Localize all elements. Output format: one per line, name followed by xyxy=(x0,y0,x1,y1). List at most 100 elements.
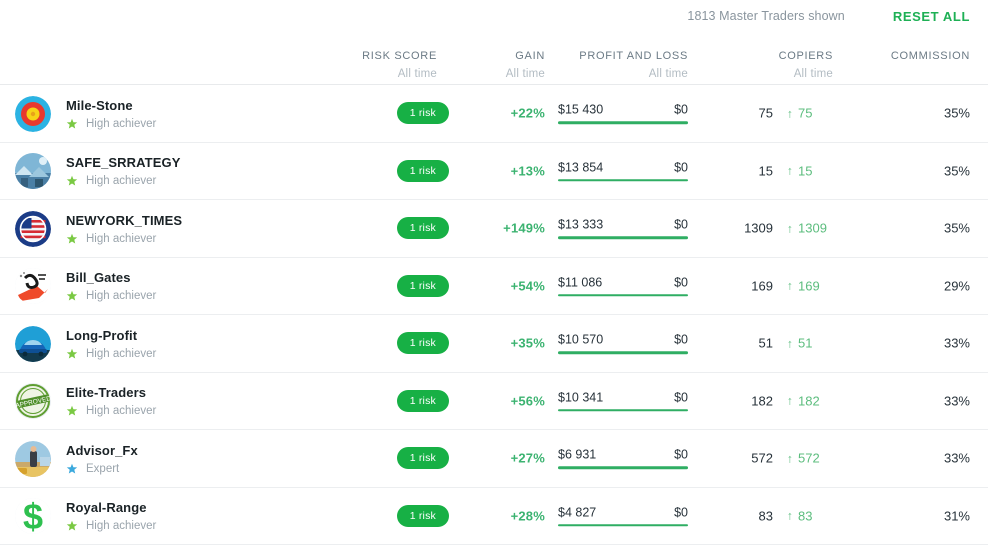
column-header-gain[interactable]: GAIN All time xyxy=(506,50,545,80)
profit-and-loss-values: $15 430 $0 xyxy=(558,103,688,117)
trader-info: Advisor_Fx Expert xyxy=(66,443,138,475)
trader-cell[interactable]: Advisor_Fx Expert xyxy=(15,430,138,488)
table-row[interactable]: NEWYORK_TIMES High achiever 1 risk +149% $13… xyxy=(0,200,988,258)
status-badge-risk[interactable]: 1 risk xyxy=(396,274,449,297)
trader-badge: High achiever xyxy=(66,118,156,130)
gain-value: +27% xyxy=(510,450,545,466)
status-badge-risk[interactable]: 1 risk xyxy=(396,332,449,355)
status-badge-risk[interactable]: 1 risk xyxy=(396,447,449,470)
table-row[interactable]: $ Royal-Range High achiever 1 risk +28% $4 82… xyxy=(0,488,988,546)
trader-name[interactable]: Bill_Gates xyxy=(66,270,156,285)
trader-badge: High achiever xyxy=(66,405,156,417)
trader-name[interactable]: Advisor_Fx xyxy=(66,443,138,458)
copiers-delta: ↑ 83 xyxy=(787,508,833,523)
status-badge-risk[interactable]: 1 risk xyxy=(396,159,449,182)
profit-value: $15 430 xyxy=(558,102,604,117)
gain-value: +56% xyxy=(510,393,545,409)
svg-text:$: $ xyxy=(23,498,43,534)
person-photo-icon xyxy=(15,440,51,477)
trader-badge-label: High achiever xyxy=(86,290,157,303)
arrow-up-icon: ↑ xyxy=(787,278,793,293)
trader-name[interactable]: SAFE_SRRATEGY xyxy=(66,155,180,170)
arrow-up-icon: ↑ xyxy=(787,336,793,351)
trader-name[interactable]: NEWYORK_TIMES xyxy=(66,213,182,228)
column-header-profit-and-loss[interactable]: PROFIT AND LOSS All time xyxy=(579,50,688,80)
profit-and-loss-values: $4 827 $0 xyxy=(558,505,688,519)
gain-value: +35% xyxy=(510,335,545,351)
gain-value: +13% xyxy=(510,163,545,179)
trader-name[interactable]: Long-Profit xyxy=(66,328,156,343)
copiers-total: 83 xyxy=(758,508,773,524)
loss-value: $0 xyxy=(674,160,688,174)
trader-cell[interactable]: $ Royal-Range High achiever xyxy=(15,488,156,546)
copiers-total: 51 xyxy=(758,335,773,351)
arrow-up-icon: ↑ xyxy=(787,451,793,466)
profit-loss-bar xyxy=(558,466,688,469)
top-bar: 1813 Master Traders shown RESET ALL xyxy=(0,0,988,32)
copiers-delta: ↑ 1309 xyxy=(787,221,833,236)
table-row[interactable]: SAFE_SRRATEGY High achiever 1 risk +13% $13 … xyxy=(0,143,988,201)
dollar-sign-icon: $ xyxy=(15,498,51,535)
master-traders-page: 1813 Master Traders shown RESET ALL RISK… xyxy=(0,0,988,546)
copiers-cell: 75 ↑ 75 xyxy=(728,106,833,121)
table-row[interactable]: Bill_Gates High achiever 1 risk +54% $11 086… xyxy=(0,258,988,316)
column-header-copiers[interactable]: COPIERS All time xyxy=(779,50,833,80)
profit-and-loss-values: $13 854 $0 xyxy=(558,160,688,174)
trader-cell[interactable]: Long-Profit High achiever xyxy=(15,315,156,373)
table-row[interactable]: Mile-Stone High achiever 1 risk +22% $15 430… xyxy=(0,85,988,143)
trader-badge-label: High achiever xyxy=(86,520,157,533)
star-badge-icon xyxy=(66,175,78,187)
table-row[interactable]: APPROVED Elite-Traders High achiever 1 risk… xyxy=(0,373,988,431)
copiers-delta-value: 182 xyxy=(798,393,820,409)
profit-loss-bar xyxy=(558,524,688,527)
commission-value: 35% xyxy=(943,105,970,121)
profit-loss-bar xyxy=(558,294,688,297)
us-flag-seal-icon xyxy=(15,210,51,247)
profit-value: $11 086 xyxy=(558,275,603,289)
reset-all-button[interactable]: RESET ALL xyxy=(893,9,970,24)
status-badge-risk[interactable]: 1 risk xyxy=(396,102,449,125)
copiers-total: 572 xyxy=(751,450,773,466)
profit-and-loss-cell: $10 570 $0 xyxy=(558,332,688,354)
table-row[interactable]: Advisor_Fx Expert 1 risk +27% $6 931 $0 572 ↑ 57… xyxy=(0,430,988,488)
trader-badge-label: Expert xyxy=(86,462,120,475)
trader-badge: High achiever xyxy=(66,175,180,187)
trader-cell[interactable]: Bill_Gates High achiever xyxy=(15,258,156,316)
trader-name[interactable]: Royal-Range xyxy=(66,500,156,515)
column-header-commission[interactable]: COMMISSION xyxy=(891,50,970,62)
trader-cell[interactable]: NEWYORK_TIMES High achiever xyxy=(15,200,182,258)
profit-and-loss-cell: $4 827 $0 xyxy=(558,505,688,527)
copiers-cell: 83 ↑ 83 xyxy=(728,508,833,523)
trader-badge-label: High achiever xyxy=(86,347,157,360)
copiers-cell: 182 ↑ 182 xyxy=(728,393,833,408)
status-badge-risk[interactable]: 1 risk xyxy=(396,389,449,412)
column-header-risk-score[interactable]: RISK SCORE All time xyxy=(362,50,437,80)
copiers-delta-value: 1309 xyxy=(798,220,827,236)
trader-cell[interactable]: Mile-Stone High achiever xyxy=(15,85,156,143)
loss-value: $0 xyxy=(674,332,688,347)
copiers-delta-value: 75 xyxy=(798,105,813,121)
profit-value: $13 333 xyxy=(558,217,604,232)
table-header: RISK SCORE All time GAIN All time PROFIT… xyxy=(0,40,988,85)
status-badge-risk[interactable]: 1 risk xyxy=(396,217,449,240)
trader-name[interactable]: Elite-Traders xyxy=(66,385,156,400)
copiers-delta-value: 572 xyxy=(798,450,820,466)
profit-and-loss-cell: $11 086 $0 xyxy=(558,275,688,297)
status-badge-risk[interactable]: 1 risk xyxy=(396,504,449,527)
profit-value: $10 341 xyxy=(558,390,604,404)
profit-and-loss-cell: $13 854 $0 xyxy=(558,160,688,182)
table-row[interactable]: Long-Profit High achiever 1 risk +35% $10 57… xyxy=(0,315,988,373)
star-badge-icon xyxy=(66,290,78,302)
trader-badge: High achiever xyxy=(66,348,156,360)
target-icon xyxy=(15,95,51,132)
trader-cell[interactable]: APPROVED Elite-Traders High achiever xyxy=(15,373,156,431)
trader-info: Bill_Gates High achiever xyxy=(66,270,156,302)
profit-and-loss-values: $13 333 $0 xyxy=(558,218,688,232)
blue-car-icon xyxy=(15,325,51,362)
star-badge-icon xyxy=(66,463,78,475)
commission-value: 33% xyxy=(943,335,970,351)
loss-value: $0 xyxy=(674,102,688,117)
trader-cell[interactable]: SAFE_SRRATEGY High achiever xyxy=(15,143,180,201)
arrow-up-icon: ↑ xyxy=(787,508,793,523)
trader-name[interactable]: Mile-Stone xyxy=(66,98,156,113)
